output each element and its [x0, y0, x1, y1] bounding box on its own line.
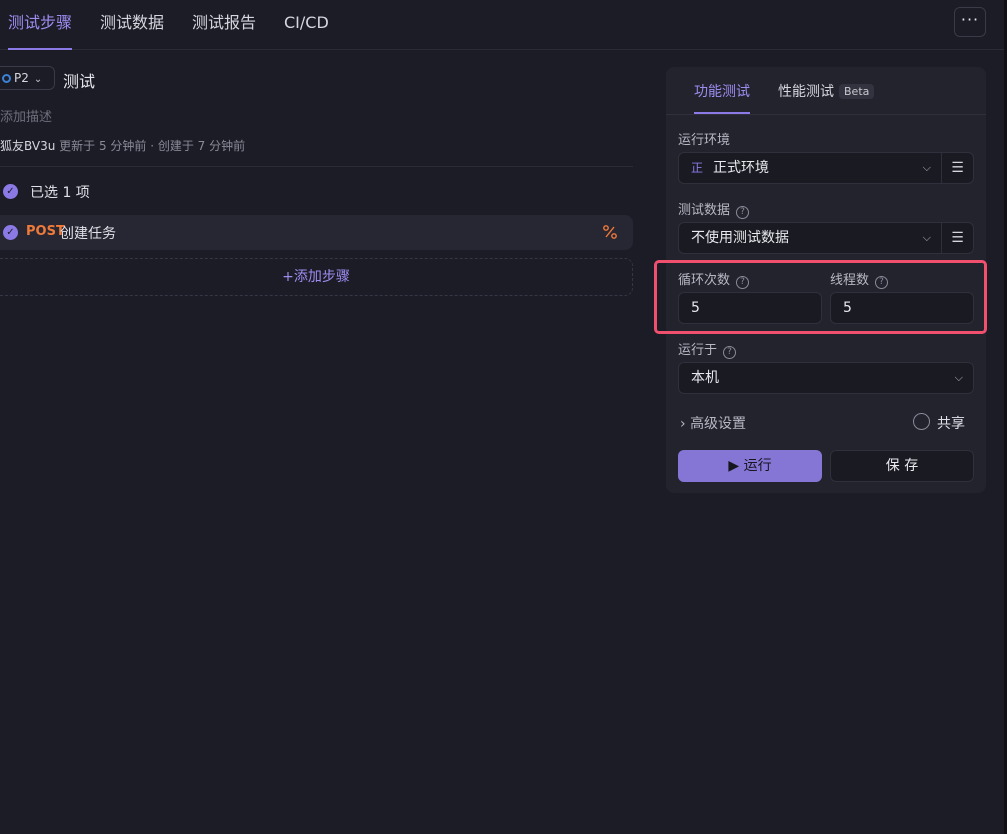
step-row[interactable]: ✓ POST 创建任务: [0, 215, 633, 250]
env-value: 正式环境: [713, 160, 770, 176]
run-label: 运行: [743, 458, 772, 474]
share-checkbox[interactable]: [913, 413, 930, 430]
api-link-icon-svg: [603, 225, 617, 239]
priority-select[interactable]: P2 ⌄: [0, 66, 55, 90]
chevron-right-icon: ›: [680, 416, 686, 432]
tab-performance-label: 性能测试: [778, 84, 834, 100]
runon-select[interactable]: 本机 ⌵: [678, 362, 974, 394]
add-step-label: 添加步骤: [293, 269, 350, 285]
tab-test-data[interactable]: 测试数据: [100, 0, 164, 50]
panel-divider: [666, 114, 986, 115]
priority-dot-icon: [2, 74, 11, 83]
menu-icon: ☰: [951, 230, 964, 246]
select-all-checkbox[interactable]: ✓: [3, 184, 18, 199]
case-title[interactable]: 测试: [63, 68, 95, 92]
runon-value: 本机: [691, 370, 719, 386]
description-input[interactable]: 添加描述: [0, 106, 52, 125]
env-select[interactable]: 正正式环境 ⌵: [678, 152, 942, 184]
api-link-icon[interactable]: [602, 224, 618, 240]
plus-icon: +: [282, 269, 294, 285]
chevron-down-icon: ⌵: [954, 371, 963, 384]
highlight-annotation: [654, 260, 987, 334]
advanced-settings-toggle[interactable]: › 高级设置: [680, 413, 746, 433]
chevron-down-icon: ⌵: [922, 161, 931, 174]
testdata-value: 不使用测试数据: [691, 230, 789, 246]
priority-value: P2: [14, 71, 29, 85]
env-badge: 正: [691, 161, 704, 175]
testdata-select[interactable]: 不使用测试数据 ⌵: [678, 222, 942, 254]
tab-functional-test[interactable]: 功能测试: [694, 81, 750, 114]
more-options-button[interactable]: ···: [954, 7, 986, 37]
app-root: 测试步骤 测试数据 测试报告 CI/CD ··· P2 ⌄ 测试 添加描述 狐友B…: [0, 0, 1007, 834]
testdata-label: 测试数据?: [678, 199, 750, 219]
tab-performance-test[interactable]: 性能测试 Beta: [778, 81, 875, 114]
step-name: 创建任务: [60, 226, 116, 242]
step-checkbox[interactable]: ✓: [3, 225, 18, 240]
divider: [0, 166, 633, 167]
chevron-down-icon: ⌄: [33, 74, 43, 85]
top-tab-bar: 测试步骤 测试数据 测试报告 CI/CD ···: [0, 0, 1007, 50]
runon-label: 运行于?: [678, 339, 737, 359]
add-step-button[interactable]: +添加步骤: [0, 258, 633, 296]
testdata-label-text: 测试数据: [678, 203, 731, 218]
play-icon: ▶: [728, 458, 740, 474]
check-icon: ✓: [6, 227, 15, 238]
advanced-label: 高级设置: [690, 416, 747, 432]
save-button[interactable]: 保 存: [830, 450, 974, 482]
more-icon: ···: [960, 10, 980, 29]
chevron-down-icon: ⌵: [922, 231, 931, 244]
testdata-manage-button[interactable]: ☰: [942, 222, 974, 254]
run-button[interactable]: ▶ 运行: [678, 450, 822, 482]
case-meta: 狐友BV3u 更新于 5 分钟前 · 创建于 7 分钟前: [0, 137, 245, 154]
step-method: POST: [26, 224, 65, 239]
meta-timestamps: 更新于 5 分钟前 · 创建于 7 分钟前: [59, 139, 246, 153]
tab-ci-cd[interactable]: CI/CD: [284, 0, 329, 50]
beta-badge: Beta: [839, 84, 875, 99]
tab-test-steps[interactable]: 测试步骤: [8, 0, 73, 50]
env-manage-button[interactable]: ☰: [942, 152, 974, 184]
share-label: 共享: [937, 416, 965, 432]
check-icon: ✓: [6, 186, 15, 197]
help-icon[interactable]: ?: [736, 206, 750, 219]
help-icon[interactable]: ?: [723, 346, 737, 359]
tab-test-report[interactable]: 测试报告: [192, 0, 256, 50]
selected-count: 已选 1 项: [30, 185, 90, 201]
menu-icon: ☰: [951, 160, 964, 176]
env-label: 运行环境: [678, 133, 731, 148]
runon-label-text: 运行于: [678, 343, 718, 358]
author-name: 狐友BV3u: [0, 139, 56, 153]
